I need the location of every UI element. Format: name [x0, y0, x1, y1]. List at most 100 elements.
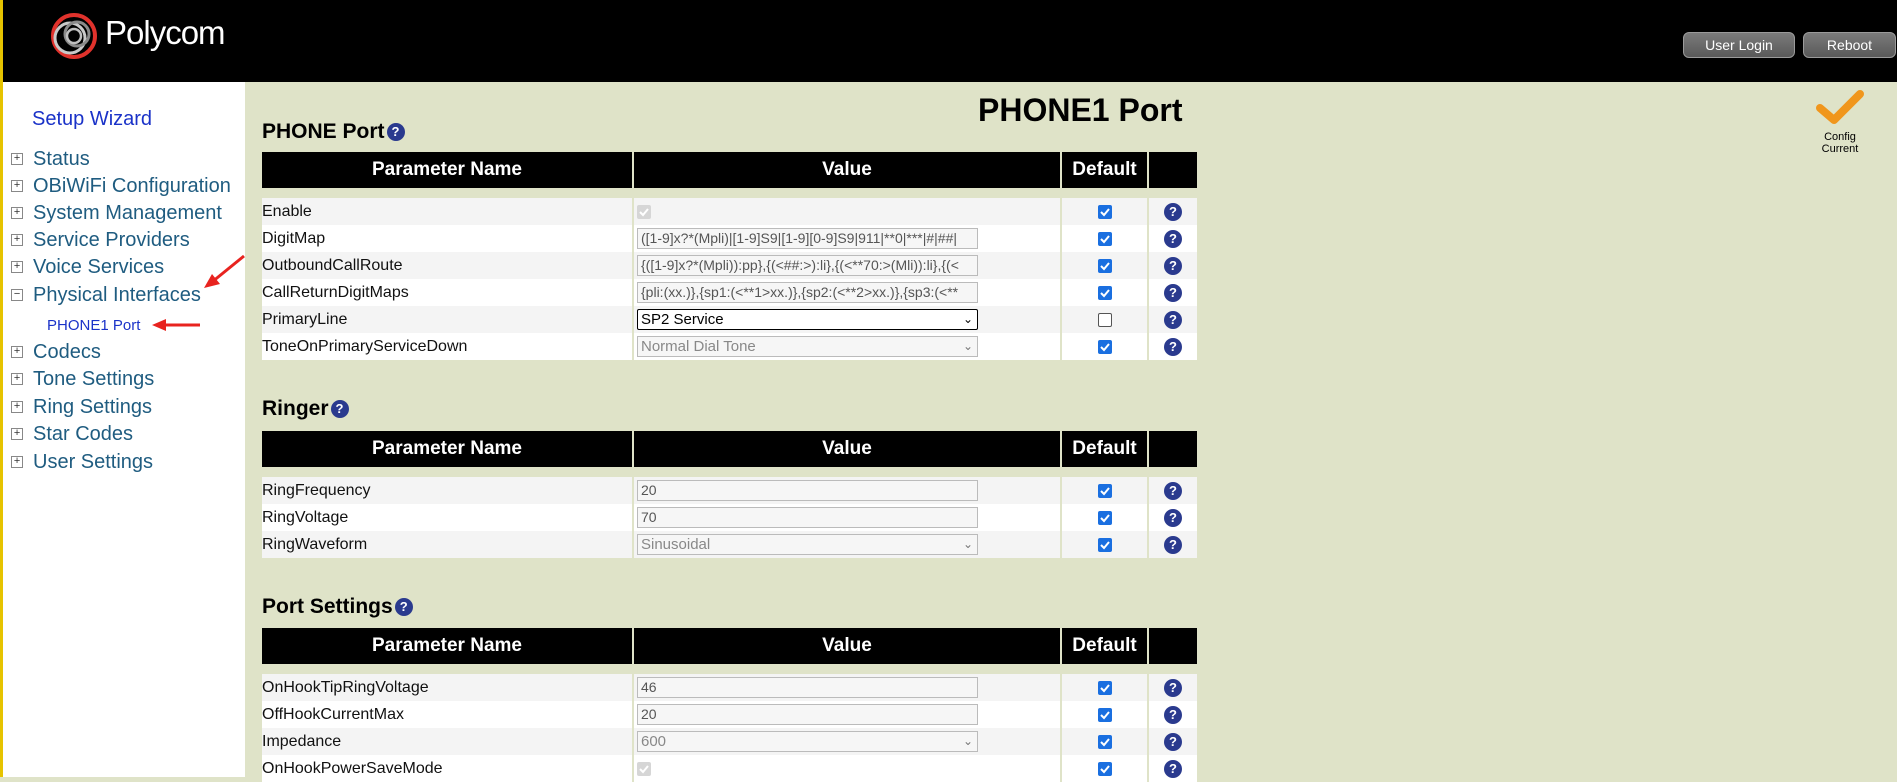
help-icon[interactable]: ?: [1164, 202, 1182, 221]
sidebar-item-user-settings[interactable]: + User Settings: [11, 449, 153, 475]
ring-waveform-select[interactable]: Sinusoidal ⌄: [637, 534, 978, 555]
sidebar-item-label[interactable]: Status: [33, 148, 90, 171]
help-icon[interactable]: ?: [386, 123, 405, 141]
sidebar-item-label[interactable]: Physical Interfaces: [33, 284, 201, 307]
help-icon[interactable]: ?: [1164, 705, 1182, 724]
sidebar-item-star-codes[interactable]: + Star Codes: [11, 421, 133, 447]
chevron-down-icon: ⌄: [962, 734, 973, 748]
table-row: DigitMap ([1-9]x?*(Mpli)|[1-9]S9|[1-9][0…: [262, 225, 1197, 252]
value-cell: {pli:(xx.)},{sp1:(<**1>xx.)},{sp2:(<**2>…: [634, 279, 1062, 306]
default-cell: [1062, 531, 1149, 558]
sidebar-item-label[interactable]: OBiWiFi Configuration: [33, 175, 231, 198]
help-icon[interactable]: ?: [330, 400, 349, 418]
help-icon[interactable]: ?: [394, 598, 413, 616]
sidebar-item-label[interactable]: User Settings: [33, 451, 153, 474]
expand-icon[interactable]: +: [11, 153, 23, 165]
param-name: OnHookTipRingVoltage: [262, 674, 634, 701]
sidebar-item-ring-settings[interactable]: + Ring Settings: [11, 394, 152, 420]
sidebar-item-physical-interfaces[interactable]: − Physical Interfaces: [11, 282, 201, 308]
help-icon[interactable]: ?: [1164, 508, 1182, 527]
default-checkbox[interactable]: [1097, 734, 1112, 749]
expand-icon[interactable]: +: [11, 346, 23, 358]
expand-icon[interactable]: +: [11, 373, 23, 385]
call-return-digitmaps-input[interactable]: {pli:(xx.)},{sp1:(<**1>xx.)},{sp2:(<**2>…: [637, 282, 978, 303]
onhook-tip-ring-voltage-input[interactable]: 46: [637, 677, 978, 698]
user-login-button[interactable]: User Login: [1683, 32, 1795, 58]
default-cell: [1062, 755, 1149, 782]
ring-voltage-input[interactable]: 70: [637, 507, 978, 528]
port-settings-table: Parameter Name Value Default OnHookTipRi…: [262, 628, 1197, 782]
collapse-icon[interactable]: −: [11, 289, 23, 301]
sidebar-item-system-management[interactable]: + System Management: [11, 200, 222, 226]
default-checkbox[interactable]: [1097, 204, 1112, 219]
setup-wizard-link[interactable]: Setup Wizard: [32, 108, 152, 131]
default-checkbox[interactable]: [1097, 680, 1112, 695]
table-row: RingFrequency 20 ?: [262, 477, 1197, 504]
expand-icon[interactable]: +: [11, 261, 23, 273]
default-cell: [1062, 252, 1149, 279]
sidebar-item-label[interactable]: Codecs: [33, 341, 101, 364]
default-checkbox[interactable]: [1097, 537, 1112, 552]
help-icon[interactable]: ?: [1164, 337, 1182, 356]
param-name: DigitMap: [262, 225, 634, 252]
sidebar-item-label[interactable]: Service Providers: [33, 229, 190, 252]
table-row: RingWaveform Sinusoidal ⌄ ?: [262, 531, 1197, 558]
sidebar-item-obiwifi-configuration[interactable]: + OBiWiFi Configuration: [11, 173, 231, 199]
table-row: OffHookCurrentMax 20 ?: [262, 701, 1197, 728]
sidebar-item-label[interactable]: Star Codes: [33, 423, 133, 446]
help-icon[interactable]: ?: [1164, 678, 1182, 697]
default-checkbox[interactable]: [1097, 231, 1112, 246]
help-icon[interactable]: ?: [1164, 732, 1182, 751]
default-checkbox[interactable]: [1097, 258, 1112, 273]
sidebar-item-label[interactable]: Ring Settings: [33, 396, 152, 419]
sidebar-item-service-providers[interactable]: + Service Providers: [11, 227, 190, 253]
select-value: Normal Dial Tone: [641, 338, 756, 355]
reboot-button[interactable]: Reboot: [1803, 32, 1896, 58]
default-checkbox[interactable]: [1097, 761, 1112, 776]
sidebar-item-label[interactable]: Voice Services: [33, 256, 164, 279]
help-icon[interactable]: ?: [1164, 759, 1182, 778]
sidebar-item-label[interactable]: System Management: [33, 202, 222, 225]
help-icon[interactable]: ?: [1164, 229, 1182, 248]
default-checkbox[interactable]: [1097, 510, 1112, 525]
sidebar-item-voice-services[interactable]: + Voice Services: [11, 254, 164, 280]
phone-port-table: Parameter Name Value Default Enable ? Di…: [262, 152, 1197, 360]
page-title: PHONE1 Port: [978, 92, 1183, 128]
digitmap-input[interactable]: ([1-9]x?*(Mpli)|[1-9]S9|[1-9][0-9]S9|911…: [637, 228, 978, 249]
annotation-arrow-icon: [204, 254, 245, 288]
sidebar-subitem-phone1-port[interactable]: PHONE1 Port: [47, 317, 140, 334]
expand-icon[interactable]: +: [11, 207, 23, 219]
default-checkbox[interactable]: [1097, 483, 1112, 498]
help-icon[interactable]: ?: [1164, 256, 1182, 275]
sidebar-item-codecs[interactable]: + Codecs: [11, 339, 101, 365]
expand-icon[interactable]: +: [11, 401, 23, 413]
help-icon[interactable]: ?: [1164, 535, 1182, 554]
expand-icon[interactable]: +: [11, 234, 23, 246]
sidebar-item-tone-settings[interactable]: + Tone Settings: [11, 366, 154, 392]
default-checkbox[interactable]: [1097, 707, 1112, 722]
outbound-call-route-input[interactable]: {([1-9]x?*(Mpli)):pp},{(<##:>):li},{(<**…: [637, 255, 978, 276]
help-icon[interactable]: ?: [1164, 310, 1182, 329]
sidebar-item-label[interactable]: Tone Settings: [33, 368, 154, 391]
tone-on-primary-service-down-select[interactable]: Normal Dial Tone ⌄: [637, 336, 978, 357]
expand-icon[interactable]: +: [11, 456, 23, 468]
value-cell: 70: [634, 504, 1062, 531]
expand-icon[interactable]: +: [11, 428, 23, 440]
default-checkbox[interactable]: [1097, 312, 1112, 327]
help-icon[interactable]: ?: [1164, 481, 1182, 500]
default-checkbox[interactable]: [1097, 339, 1112, 354]
default-checkbox[interactable]: [1097, 285, 1112, 300]
offhook-current-max-input[interactable]: 20: [637, 704, 978, 725]
column-header-default: Default: [1062, 431, 1149, 467]
ring-frequency-input[interactable]: 20: [637, 480, 978, 501]
table-row: Impedance 600 ⌄ ?: [262, 728, 1197, 755]
default-cell: [1062, 198, 1149, 225]
expand-icon[interactable]: +: [11, 180, 23, 192]
sidebar-item-status[interactable]: + Status: [11, 146, 90, 172]
primary-line-select[interactable]: SP2 Service ⌄: [637, 309, 978, 330]
column-header-default: Default: [1062, 628, 1149, 664]
onhook-power-save-checkbox: [637, 761, 651, 776]
impedance-select[interactable]: 600 ⌄: [637, 731, 978, 752]
help-icon[interactable]: ?: [1164, 283, 1182, 302]
help-cell: ?: [1149, 279, 1197, 306]
